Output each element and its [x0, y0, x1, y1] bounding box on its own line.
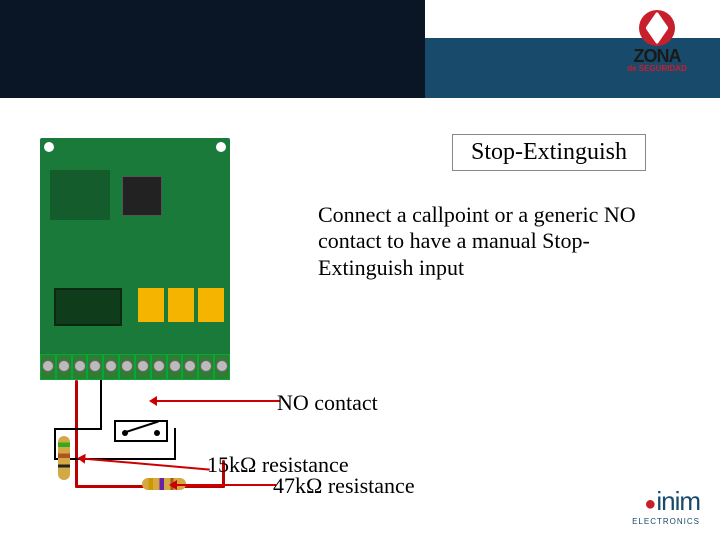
relay-icon [198, 288, 224, 322]
wiring-schematic [40, 380, 240, 500]
relay-icon [138, 288, 164, 322]
zona-brand-sub: de SEGURIDAD [612, 64, 702, 73]
resistor-15k-icon [58, 436, 70, 480]
arrow-icon [172, 484, 276, 486]
zona-mark-icon [639, 10, 675, 46]
brand-logo-inim: ●inim ELECTRONICS [632, 486, 700, 526]
inim-brand-sub: ELECTRONICS [632, 517, 700, 526]
chip-icon [122, 176, 162, 216]
inim-dot-icon: ● [644, 493, 656, 515]
slide-title: Stop-Extinguish [452, 134, 646, 171]
inim-brand-text: inim [656, 486, 700, 516]
arrow-icon [152, 400, 280, 402]
description-text: Connect a callpoint or a generic NO cont… [318, 202, 648, 281]
relay-icon [168, 288, 194, 322]
header-dark-block [0, 0, 425, 98]
label-no-contact: NO contact [277, 390, 378, 416]
label-47k-resistance: 47kΩ resistance [273, 473, 415, 499]
terminal-block [40, 354, 230, 380]
circuit-board-illustration [40, 138, 230, 380]
brand-logo-zona: ZONA de SEGURIDAD [612, 10, 702, 73]
zona-brand-text: ZONA [612, 48, 702, 64]
no-contact-switch-icon [114, 420, 168, 442]
